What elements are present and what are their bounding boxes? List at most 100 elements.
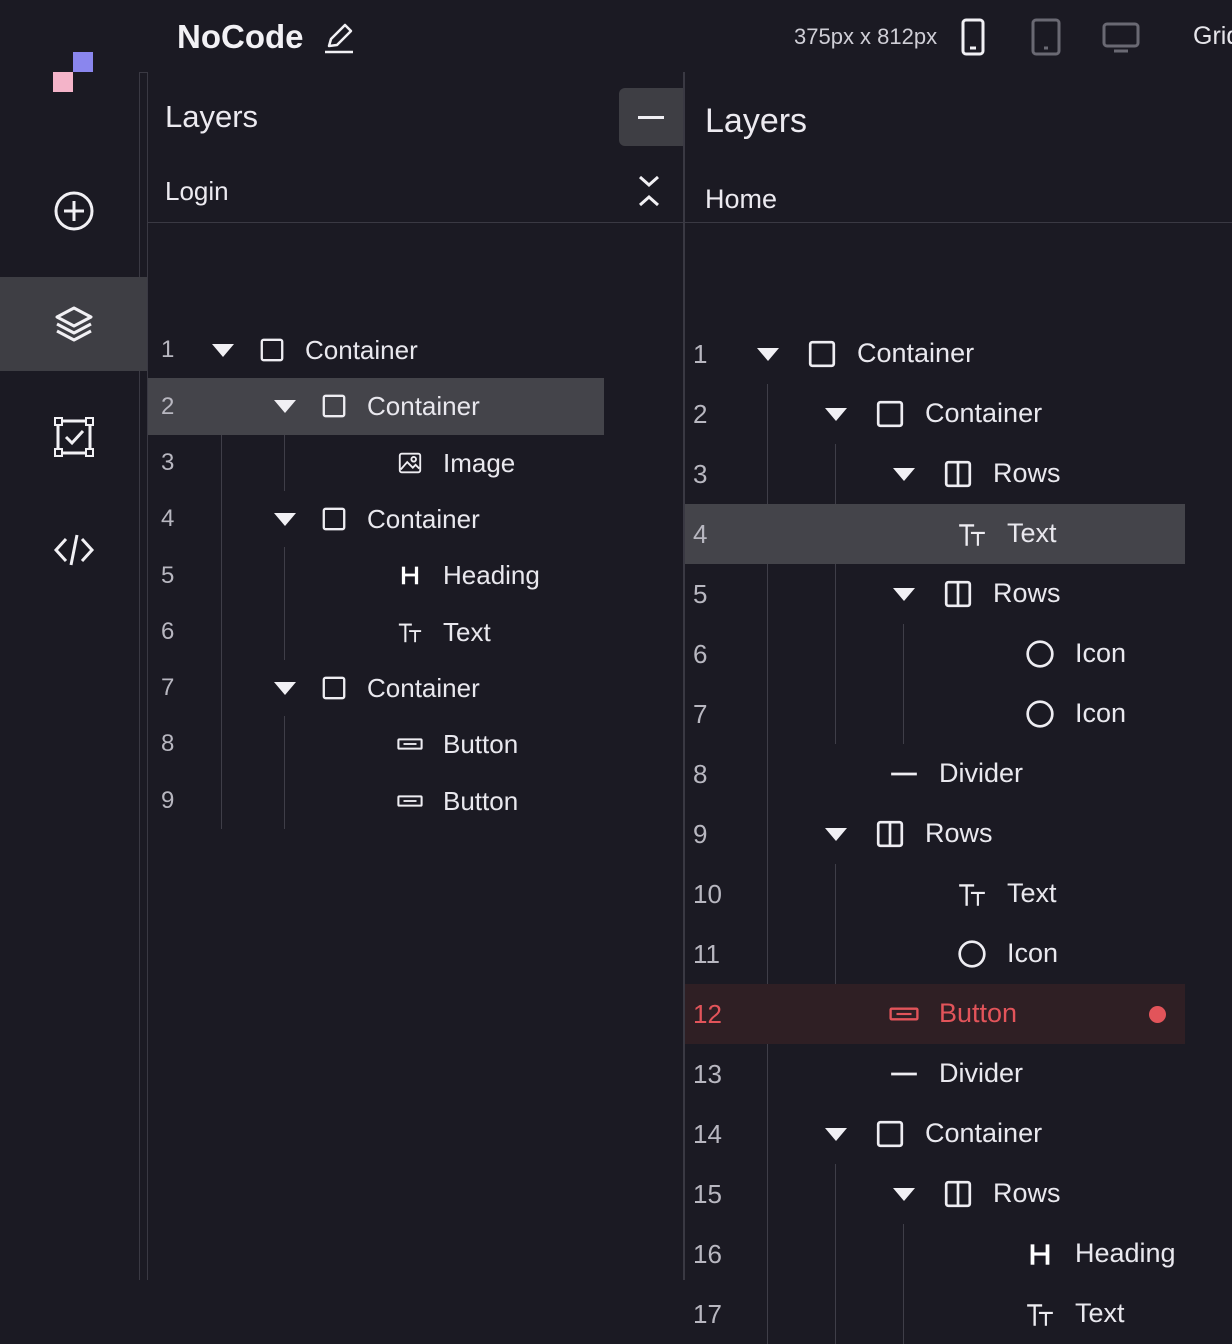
rows-icon bbox=[943, 459, 973, 489]
collapse-all-icon[interactable] bbox=[634, 174, 664, 208]
layer-row-number: 3 bbox=[161, 448, 175, 476]
circle-icon bbox=[957, 939, 987, 969]
layer-row[interactable]: 8 Button bbox=[148, 716, 604, 772]
expand-caret-icon[interactable] bbox=[274, 513, 296, 527]
layer-row-number: 11 bbox=[693, 939, 720, 970]
expand-caret-icon[interactable] bbox=[825, 408, 847, 421]
logo-square-primary bbox=[73, 52, 93, 72]
button-icon bbox=[889, 999, 919, 1029]
layer-label: Button bbox=[939, 998, 1018, 1029]
layer-row[interactable]: 9 Rows bbox=[685, 804, 1185, 864]
layer-row[interactable]: 10 Text bbox=[685, 864, 1185, 924]
layer-row-number: 16 bbox=[693, 1239, 722, 1270]
layer-row[interactable]: 2 Container bbox=[148, 378, 604, 435]
panel-page-name: Login bbox=[165, 176, 229, 206]
layer-row[interactable]: 13 Divider bbox=[685, 1044, 1185, 1104]
layer-label: Button bbox=[443, 729, 519, 760]
expand-caret-icon[interactable] bbox=[825, 828, 847, 841]
layer-row[interactable]: 15 Rows bbox=[685, 1164, 1185, 1224]
container-icon bbox=[321, 675, 347, 701]
layers-button[interactable] bbox=[0, 277, 147, 371]
container-icon bbox=[807, 339, 837, 369]
layer-row[interactable]: 9 Button bbox=[148, 772, 604, 828]
panel-title: Layers bbox=[165, 99, 259, 134]
layer-label: Rows bbox=[993, 1178, 1061, 1209]
circle-icon bbox=[1025, 699, 1055, 729]
layer-row[interactable]: 12 Button bbox=[685, 984, 1185, 1044]
layer-row-number: 4 bbox=[693, 519, 708, 550]
desktop-icon[interactable] bbox=[1101, 18, 1141, 56]
layers-icon bbox=[55, 306, 92, 342]
layer-row[interactable]: 11 Icon bbox=[685, 924, 1185, 984]
layer-label: Icon bbox=[1007, 938, 1059, 969]
layer-row-number: 7 bbox=[693, 699, 708, 730]
expand-caret-icon[interactable] bbox=[893, 588, 915, 601]
rows-icon bbox=[943, 1179, 973, 1209]
layer-row[interactable]: 6 Icon bbox=[685, 624, 1185, 684]
layer-row[interactable]: 3 Rows bbox=[685, 444, 1185, 504]
layer-row[interactable]: 17 Text bbox=[685, 1284, 1185, 1344]
layer-row-number: 3 bbox=[693, 459, 708, 490]
layer-row[interactable]: 8 Divider bbox=[685, 744, 1185, 804]
expand-caret-icon[interactable] bbox=[893, 1188, 915, 1201]
minus-icon bbox=[638, 115, 664, 119]
layer-label: Image bbox=[443, 447, 516, 478]
layer-label: Icon bbox=[1075, 698, 1127, 729]
layer-row[interactable]: 4 Container bbox=[148, 491, 604, 547]
heading-icon bbox=[397, 562, 423, 588]
expand-caret-icon[interactable] bbox=[757, 348, 779, 361]
expand-caret-icon[interactable] bbox=[274, 681, 296, 695]
layer-row[interactable]: 6 Text bbox=[148, 604, 604, 660]
checkbox-frame-icon bbox=[53, 417, 94, 457]
add-element-button[interactable] bbox=[0, 164, 147, 258]
circle-icon bbox=[1025, 639, 1055, 669]
layer-row[interactable]: 3 Image bbox=[148, 435, 604, 491]
grid-toggle-label[interactable]: Grid bbox=[1193, 22, 1232, 51]
layer-row[interactable]: 5 Heading bbox=[148, 547, 604, 603]
expand-caret-icon[interactable] bbox=[893, 468, 915, 481]
layer-row[interactable]: 2 Container bbox=[685, 384, 1185, 444]
layer-row[interactable]: 16 Heading bbox=[685, 1224, 1185, 1284]
layer-row[interactable]: 1 Container bbox=[148, 322, 604, 378]
layer-row[interactable]: 7 Container bbox=[148, 660, 604, 716]
layer-row[interactable]: 5 Rows bbox=[685, 564, 1185, 624]
layers-panel-home: Layers Home 1 Container 2 Container 3 Rows 4 Te… bbox=[684, 72, 1232, 1344]
expand-caret-icon[interactable] bbox=[825, 1128, 847, 1141]
layer-label: Text bbox=[1007, 518, 1057, 549]
expand-caret-icon[interactable] bbox=[212, 344, 234, 358]
pencil-edit-icon[interactable] bbox=[323, 20, 357, 54]
layer-row-number: 10 bbox=[693, 879, 722, 910]
layer-label: Button bbox=[443, 785, 519, 816]
layer-label: Divider bbox=[939, 1058, 1024, 1089]
layer-row[interactable]: 4 Text bbox=[685, 504, 1185, 564]
layer-row-number: 12 bbox=[693, 999, 722, 1030]
panel-title: Layers bbox=[705, 102, 808, 140]
button-icon bbox=[397, 731, 423, 757]
viewport-size-label: 375px x 812px bbox=[794, 24, 938, 49]
button-icon bbox=[397, 788, 423, 814]
layer-label: Container bbox=[367, 391, 480, 422]
container-icon bbox=[321, 393, 347, 419]
layer-row[interactable]: 7 Icon bbox=[685, 684, 1185, 744]
logo-square-secondary bbox=[53, 72, 73, 92]
layer-row-number: 1 bbox=[693, 339, 708, 370]
layer-row-number: 17 bbox=[693, 1299, 722, 1330]
rows-icon bbox=[875, 819, 905, 849]
layer-row-number: 7 bbox=[161, 674, 175, 702]
layer-row[interactable]: 1 Container bbox=[685, 324, 1185, 384]
text-icon bbox=[957, 519, 987, 549]
checklist-button[interactable] bbox=[0, 390, 147, 484]
rows-icon bbox=[943, 579, 973, 609]
error-indicator-dot bbox=[1149, 1005, 1166, 1023]
layers-panel-login: Layers Login 1 Container 2 Container 3 Image 4… bbox=[147, 72, 684, 1280]
layer-label: Icon bbox=[1075, 638, 1127, 669]
layer-row[interactable]: 14 Container bbox=[685, 1104, 1185, 1164]
tablet-icon[interactable] bbox=[1028, 18, 1064, 56]
layer-row-number: 9 bbox=[161, 786, 175, 814]
mobile-icon[interactable] bbox=[955, 18, 991, 56]
expand-caret-icon[interactable] bbox=[274, 400, 296, 414]
code-button[interactable] bbox=[0, 503, 147, 597]
layer-label: Text bbox=[1007, 878, 1057, 909]
layer-row-number: 2 bbox=[693, 399, 708, 430]
collapse-panel-button[interactable] bbox=[619, 88, 683, 146]
